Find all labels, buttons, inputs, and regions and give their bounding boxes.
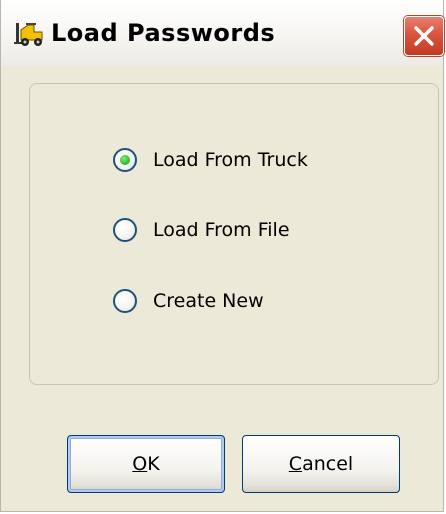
- close-icon: [414, 26, 434, 46]
- ok-mnemonic: O: [132, 453, 148, 475]
- ok-button[interactable]: OK: [67, 435, 225, 493]
- forklift-icon: [14, 22, 46, 48]
- window-title: Load Passwords: [51, 19, 276, 47]
- radio-selected-dot: [120, 155, 130, 165]
- cancel-mnemonic: C: [288, 453, 303, 475]
- radio-button-selected[interactable]: [113, 148, 137, 172]
- radio-label[interactable]: Create New: [153, 290, 264, 312]
- cancel-label-rest: ancel: [302, 453, 354, 475]
- close-button[interactable]: [404, 16, 444, 56]
- ok-button-label: OK: [132, 453, 159, 475]
- radio-create-new[interactable]: Create New: [113, 286, 264, 316]
- radio-label[interactable]: Load From Truck: [153, 149, 308, 171]
- radio-button[interactable]: [113, 289, 137, 313]
- radio-button[interactable]: [113, 218, 137, 242]
- cancel-button[interactable]: Cancel: [242, 435, 400, 493]
- load-passwords-dialog: Load Passwords Load From Truck Load From…: [0, 0, 444, 512]
- radio-load-from-truck[interactable]: Load From Truck: [113, 145, 308, 175]
- ok-label-rest: K: [147, 453, 160, 475]
- cancel-button-label: Cancel: [289, 453, 353, 475]
- radio-label[interactable]: Load From File: [153, 219, 290, 241]
- radio-load-from-file[interactable]: Load From File: [113, 215, 290, 245]
- title-bar[interactable]: Load Passwords: [1, 0, 444, 66]
